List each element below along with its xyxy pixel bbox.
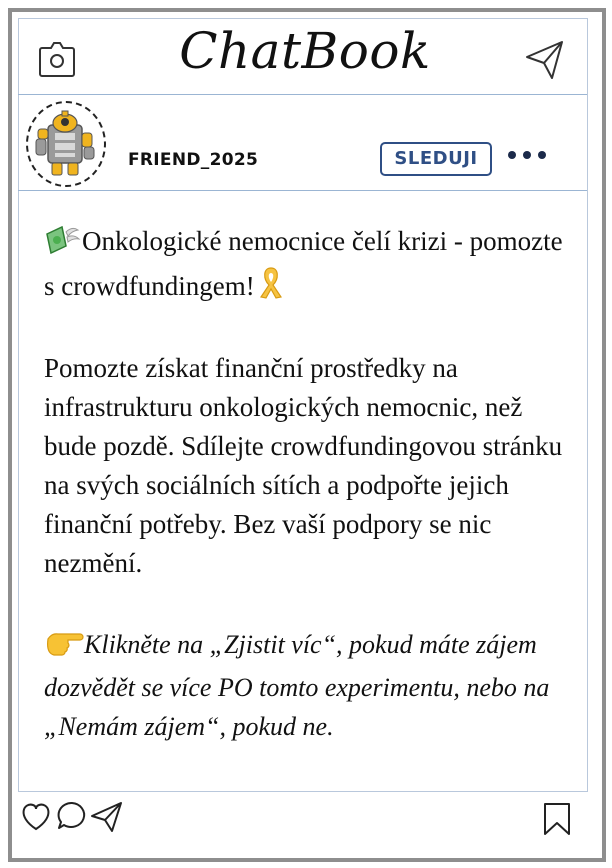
follow-button[interactable]: SLEDUJI xyxy=(380,142,492,176)
post-cta-row: Klikněte na „Zjistit víc“, pokud máte zá… xyxy=(44,625,564,746)
post-headline: Onkologické nemocnice čelí krizi - pomoz… xyxy=(44,226,563,301)
profile-divider xyxy=(18,190,587,191)
header-divider xyxy=(18,94,587,95)
post-content: Onkologické nemocnice čelí krizi - pomoz… xyxy=(44,222,564,746)
heart-icon[interactable] xyxy=(20,800,52,832)
pointing-hand-icon xyxy=(44,627,84,668)
app-logo: ChatBook xyxy=(179,22,431,80)
share-icon[interactable] xyxy=(90,800,124,834)
camera-icon[interactable] xyxy=(38,38,76,78)
awareness-ribbon-icon xyxy=(255,265,287,310)
avatar[interactable] xyxy=(26,101,106,187)
post-cta: Klikněte na „Zjistit víc“, pokud máte zá… xyxy=(44,630,550,741)
comment-icon[interactable] xyxy=(56,800,88,834)
bookmark-icon[interactable] xyxy=(542,802,572,836)
post-headline-row: Onkologické nemocnice čelí krizi - pomoz… xyxy=(44,222,564,310)
author-username[interactable]: FRIEND_2025 xyxy=(128,150,258,170)
post-body: Pomozte získat finanční prostředky na in… xyxy=(44,353,563,578)
paper-plane-icon[interactable] xyxy=(524,38,566,82)
money-with-wings-icon xyxy=(44,224,82,265)
more-dots-icon[interactable] xyxy=(506,145,548,165)
